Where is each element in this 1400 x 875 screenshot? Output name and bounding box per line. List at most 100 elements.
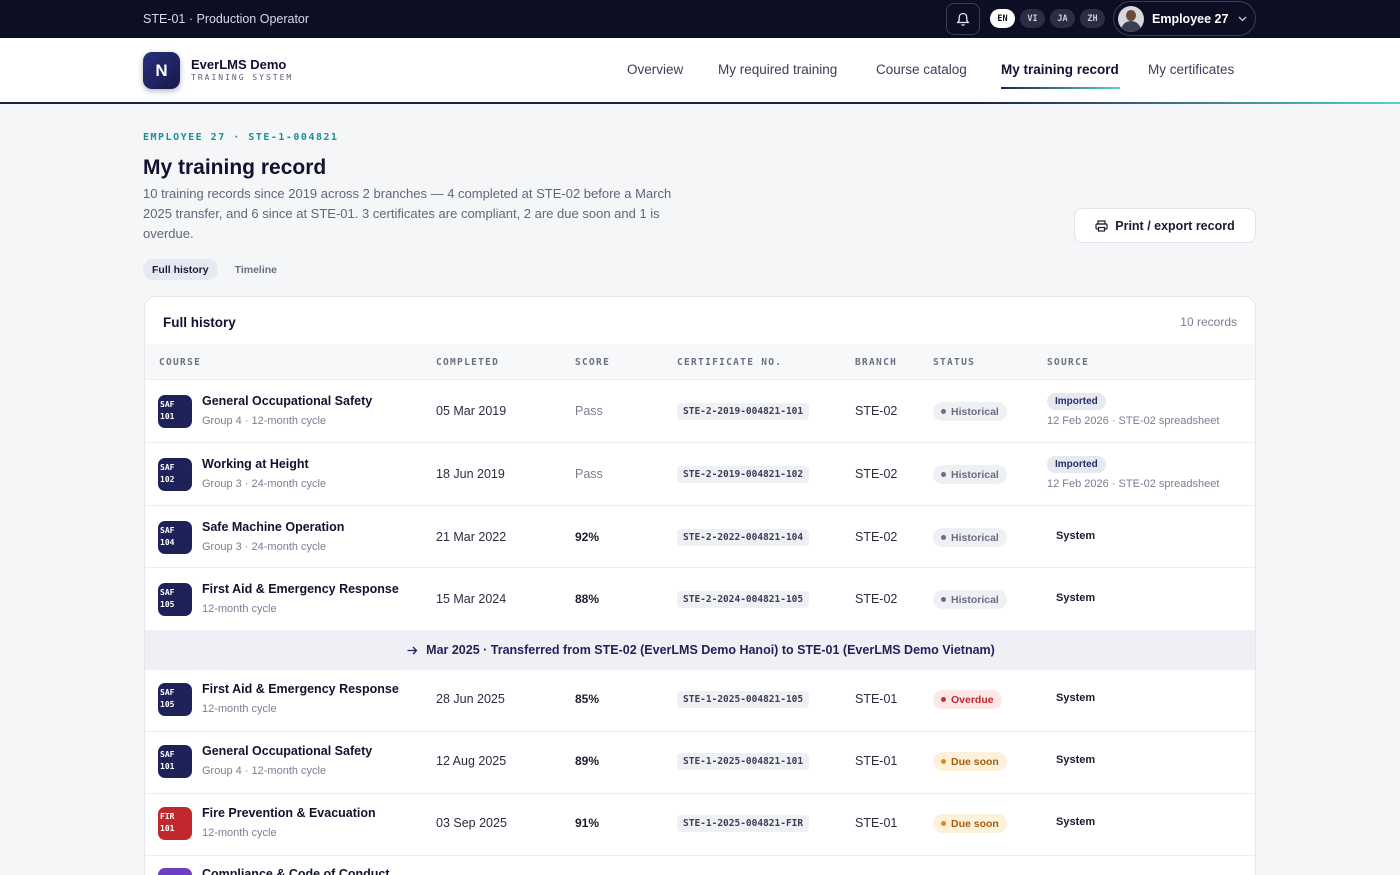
table-row[interactable]: SAF 101 General Occupational Safety Group… — [145, 380, 1255, 443]
status-badge: Historical — [933, 402, 1007, 421]
branch: STE-02 — [855, 530, 898, 544]
avatar — [1118, 5, 1144, 32]
source-note: 12 Feb 2026 · STE-02 spreadsheet — [1047, 415, 1220, 427]
lang-ja[interactable]: JA — [1050, 9, 1075, 28]
course-name: General Occupational Safety — [202, 394, 373, 408]
nav-course-catalog[interactable]: Course catalog — [876, 62, 967, 77]
lang-vi[interactable]: VI — [1020, 9, 1045, 28]
employee-id-label: EMPLOYEE 27 · STE-1-004821 — [143, 132, 339, 143]
course-badge: SAF 101 — [158, 745, 192, 778]
page-summary: 10 training records since 2019 across 2 … — [143, 186, 672, 241]
branch: STE-02 — [855, 404, 898, 418]
header-divider — [0, 102, 1400, 104]
score: 91% — [575, 816, 600, 830]
status-badge: Due soon — [933, 752, 1007, 771]
notifications-button[interactable] — [946, 3, 980, 35]
certificate-number: STE-2-2019-004821-101 — [677, 403, 810, 420]
chevron-down-icon — [1238, 16, 1247, 21]
course-name: General Occupational Safety — [202, 744, 373, 758]
logo[interactable]: N — [143, 52, 180, 89]
course-meta: Group 4 · 12-month cycle — [202, 765, 327, 777]
course-meta: 12-month cycle — [202, 603, 277, 615]
score: 88% — [575, 592, 600, 606]
col-score: SCORE — [575, 357, 611, 368]
lang-en[interactable]: EN — [990, 9, 1015, 28]
col-status: STATUS — [933, 357, 976, 368]
certificate-number: STE-1-2025-004821-FIR — [677, 815, 810, 832]
user-name: Employee 27 — [1152, 11, 1229, 26]
course-name: First Aid & Emergency Response — [202, 682, 399, 696]
source-note: 12 Feb 2026 · STE-02 spreadsheet — [1047, 478, 1220, 490]
course-badge: SAF 101 — [158, 395, 192, 428]
source-system: System — [1056, 592, 1096, 604]
score: 85% — [575, 692, 600, 706]
arrow-right-icon — [407, 646, 418, 654]
user-menu[interactable]: Employee 27 — [1113, 1, 1256, 36]
top-bar: STE-01 · Production Operator EN VI JA ZH… — [0, 0, 1400, 38]
language-switcher: EN VI JA ZH — [990, 9, 1105, 28]
certificate-number: STE-1-2025-004821-101 — [677, 753, 810, 770]
nav-overview[interactable]: Overview — [627, 62, 683, 77]
nav-required-training[interactable]: My required training — [718, 62, 837, 77]
table-header: COURSE COMPLETED SCORE CERTIFICATE NO. B… — [145, 344, 1255, 380]
completed-date: 18 Jun 2019 — [436, 467, 505, 481]
table-row[interactable]: Compliance & Code of Conduct — [145, 856, 1255, 875]
course-badge: SAF 105 — [158, 683, 192, 716]
transfer-note: Mar 2025 · Transferred from STE-02 (Ever… — [426, 643, 995, 657]
course-name: Working at Height — [202, 457, 309, 471]
course-badge: SAF 104 — [158, 521, 192, 554]
table-row[interactable]: FIR 101 Fire Prevention & Evacuation 12-m… — [145, 794, 1255, 856]
printer-icon — [1095, 219, 1108, 232]
completed-date: 12 Aug 2025 — [436, 754, 507, 768]
nav-training-record[interactable]: My training record — [1001, 62, 1119, 77]
lang-zh[interactable]: ZH — [1080, 9, 1105, 28]
status-badge: Due soon — [933, 814, 1007, 833]
course-meta: Group 3 · 24-month cycle — [202, 478, 327, 490]
completed-date: 28 Jun 2025 — [436, 692, 505, 706]
table-row[interactable]: SAF 102 Working at Height Group 3 · 24-mo… — [145, 443, 1255, 506]
course-name: Safe Machine Operation — [202, 520, 345, 534]
col-source: SOURCE — [1047, 357, 1090, 368]
col-course: COURSE — [159, 357, 202, 368]
status-badge: Overdue — [933, 690, 1002, 709]
tab-full-history[interactable]: Full history — [143, 259, 218, 280]
completed-date: 05 Mar 2019 — [436, 404, 507, 418]
course-badge: SAF 102 — [158, 458, 192, 491]
source-system: System — [1056, 754, 1096, 766]
branch: STE-01 — [855, 754, 898, 768]
table-row[interactable]: SAF 105 First Aid & Emergency Response 12… — [145, 670, 1255, 732]
completed-date: 21 Mar 2022 — [436, 530, 507, 544]
course-meta: Group 3 · 24-month cycle — [202, 541, 327, 553]
course-badge: FIR 101 — [158, 807, 192, 840]
table-row[interactable]: SAF 104 Safe Machine Operation Group 3 · … — [145, 506, 1255, 568]
status-badge: Historical — [933, 528, 1007, 547]
col-certificate: CERTIFICATE NO. — [677, 357, 783, 368]
nav-certificates[interactable]: My certificates — [1148, 62, 1234, 77]
bell-icon — [956, 12, 970, 26]
source-imported-tag: Imported — [1047, 393, 1106, 410]
tab-timeline[interactable]: Timeline — [226, 259, 286, 280]
score: Pass — [575, 467, 603, 481]
col-completed: COMPLETED — [436, 357, 500, 368]
source-system: System — [1056, 816, 1096, 828]
course-name: Compliance & Code of Conduct — [202, 867, 390, 875]
record-count: 10 records — [1180, 315, 1237, 329]
branch: STE-01 — [855, 816, 898, 830]
print-export-button[interactable]: Print / export record — [1074, 208, 1256, 243]
brand-subtitle: TRAINING SYSTEM — [191, 73, 294, 82]
certificate-number: STE-2-2024-004821-105 — [677, 591, 810, 608]
certificate-number: STE-2-2022-004821-104 — [677, 529, 810, 546]
table-row[interactable]: SAF 101 General Occupational Safety Group… — [145, 732, 1255, 794]
table-row[interactable]: SAF 105 First Aid & Emergency Response 12… — [145, 568, 1255, 630]
score: 89% — [575, 754, 600, 768]
page-title: My training record — [143, 156, 327, 179]
certificate-number: STE-2-2019-004821-102 — [677, 466, 810, 483]
view-tabs: Full history Timeline — [143, 259, 286, 280]
card-title: Full history — [163, 315, 236, 330]
active-nav-indicator — [1001, 87, 1120, 89]
transfer-banner: Mar 2025 · Transferred from STE-02 (Ever… — [145, 630, 1255, 670]
branch: STE-02 — [855, 467, 898, 481]
score: 92% — [575, 530, 600, 544]
course-meta: 12-month cycle — [202, 703, 277, 715]
source-imported-tag: Imported — [1047, 456, 1106, 473]
